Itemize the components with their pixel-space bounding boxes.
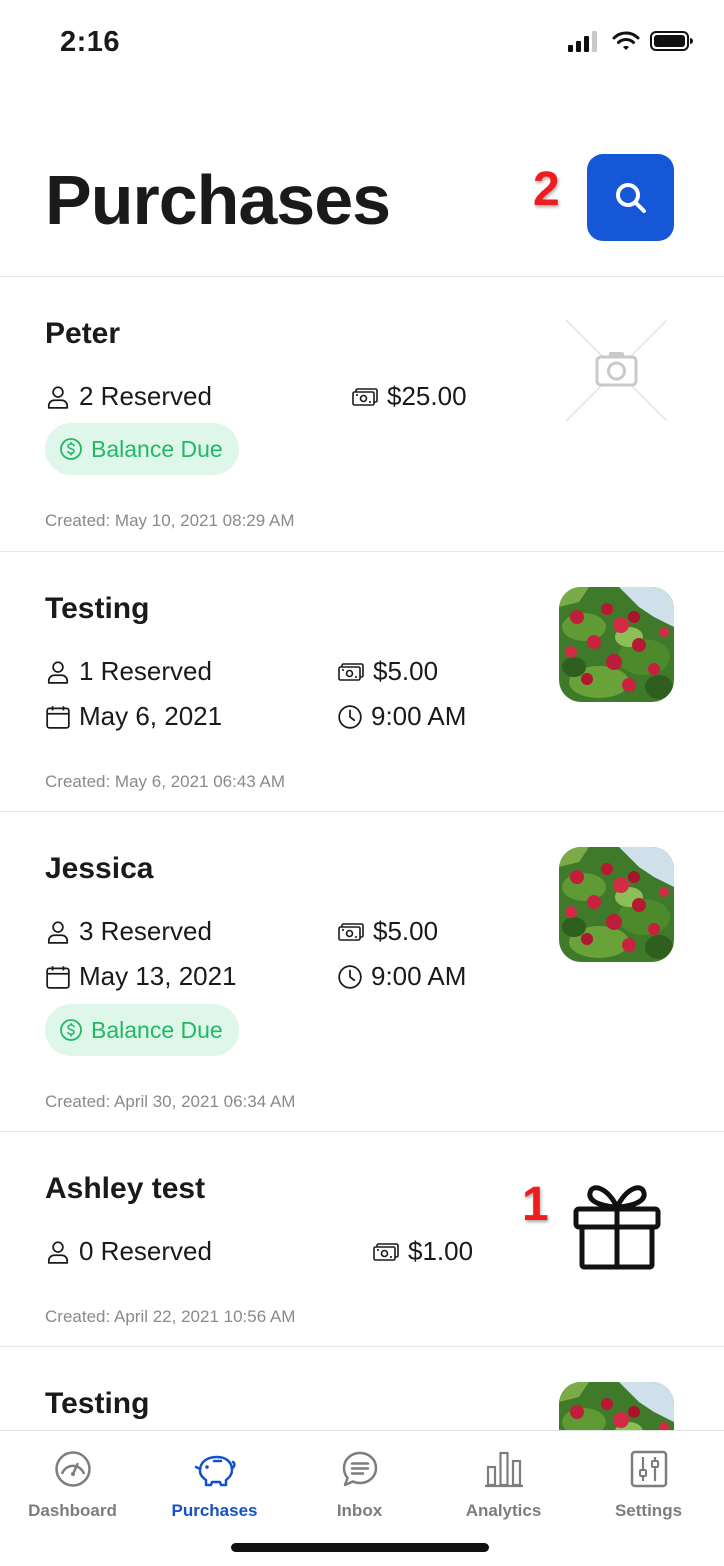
status-bar: 2:16 <box>0 0 724 88</box>
reserved-count: 2 Reserved <box>45 381 212 412</box>
placeholder-icon <box>566 320 667 421</box>
reserved-count: 0 Reserved <box>45 1236 212 1267</box>
bar-chart-icon <box>484 1451 523 1488</box>
gift-icon <box>573 1185 661 1270</box>
page-title: Purchases <box>45 161 391 239</box>
tab-purchases[interactable]: Purchases <box>142 1431 287 1531</box>
purchase-date: May 13, 2021 <box>45 961 237 992</box>
date-text: May 6, 2021 <box>79 701 223 731</box>
sliders-icon <box>630 1450 667 1488</box>
purchase-name: Testing <box>45 1387 150 1420</box>
created-timestamp: Created: May 6, 2021 06:43 AM <box>45 772 286 791</box>
purchase-time: 9:00 AM <box>337 701 466 732</box>
reserved-text: 0 Reserved <box>79 1236 212 1266</box>
time-text: 9:00 AM <box>371 701 467 731</box>
purchase-date: May 6, 2021 <box>45 701 222 732</box>
tab-analytics[interactable]: Analytics <box>431 1431 576 1531</box>
tab-label: Analytics <box>465 1501 542 1520</box>
gift-icon-container <box>564 1172 670 1278</box>
purchase-name: Testing <box>45 592 150 625</box>
reserved-count: 1 Reserved <box>45 656 212 687</box>
search-icon <box>615 182 646 213</box>
gauge-icon <box>54 1451 91 1487</box>
purchase-name: Ashley test <box>45 1172 206 1205</box>
purchase-card[interactable]: Peter 2 Reserved $25.00 Balance Due Crea… <box>0 277 724 552</box>
clock-icon <box>337 704 363 730</box>
purchase-card[interactable]: Testing 1 Reserved $5.00 May 6, 2021 9:0… <box>0 552 724 812</box>
badge-text: Balance Due <box>91 1016 223 1043</box>
purchase-time: 9:00 AM <box>337 961 466 992</box>
cash-icon <box>372 1242 400 1262</box>
tab-dashboard[interactable]: Dashboard <box>0 1431 145 1531</box>
apple-tree-photo <box>559 1382 674 1430</box>
tab-bar: Dashboard Purchases Inbox Analytics Sett… <box>0 1430 724 1566</box>
purchase-name: Jessica <box>45 852 154 885</box>
chat-bubble-icon <box>342 1451 377 1487</box>
wifi-icon <box>612 31 640 50</box>
cash-icon <box>337 662 365 682</box>
purchase-list[interactable]: Peter 2 Reserved $25.00 Balance Due Crea… <box>0 277 724 1430</box>
tab-label: Dashboard <box>28 1501 117 1520</box>
purchase-amount: $5.00 <box>337 916 438 947</box>
tab-label: Settings <box>614 1501 683 1520</box>
purchase-amount: $25.00 <box>351 381 467 412</box>
tab-inbox[interactable]: Inbox <box>287 1431 432 1531</box>
reserved-text: 3 Reserved <box>79 916 212 946</box>
status-icons <box>568 30 694 52</box>
home-indicator <box>231 1543 489 1552</box>
calendar-icon <box>45 704 71 730</box>
purchase-amount: $5.00 <box>337 656 438 687</box>
purchase-card[interactable]: Ashley test 0 Reserved $1.00 Created: Ap… <box>0 1132 724 1347</box>
tab-label: Inbox <box>336 1501 383 1520</box>
apple-tree-photo <box>559 587 674 702</box>
calendar-icon <box>45 964 71 990</box>
cash-icon <box>337 922 365 942</box>
person-icon <box>45 659 71 685</box>
status-time: 2:16 <box>60 26 121 58</box>
step-marker-1: 1 <box>522 1178 549 1231</box>
cash-icon <box>351 387 379 407</box>
header: Purchases 2 <box>0 140 724 277</box>
piggy-bank-icon <box>194 1455 236 1487</box>
tab-settings[interactable]: Settings <box>576 1431 721 1531</box>
badge-text: Balance Due <box>91 435 223 462</box>
amount-text: $5.00 <box>373 656 439 686</box>
dollar-circle-icon <box>59 1018 83 1042</box>
person-icon <box>45 1239 71 1265</box>
date-text: May 13, 2021 <box>79 961 237 991</box>
purchase-card[interactable]: Testing <box>0 1347 724 1430</box>
time-text: 9:00 AM <box>371 961 467 991</box>
amount-text: $1.00 <box>408 1236 474 1266</box>
created-timestamp: Created: April 30, 2021 06:34 AM <box>45 1092 296 1111</box>
purchase-card[interactable]: Jessica 3 Reserved $5.00 May 13, 2021 9:… <box>0 812 724 1132</box>
dollar-circle-icon <box>59 437 83 461</box>
person-icon <box>45 384 71 410</box>
person-icon <box>45 919 71 945</box>
amount-text: $25.00 <box>387 381 467 411</box>
purchase-name: Peter <box>45 317 121 350</box>
tab-label: Purchases <box>171 1501 258 1520</box>
apple-tree-photo <box>559 847 674 962</box>
search-button[interactable] <box>587 154 674 241</box>
created-timestamp: Created: April 22, 2021 10:56 AM <box>45 1307 296 1326</box>
purchase-amount: $1.00 <box>372 1236 473 1267</box>
reserved-text: 2 Reserved <box>79 381 212 411</box>
battery-icon <box>650 31 693 51</box>
created-timestamp: Created: May 10, 2021 08:29 AM <box>45 511 295 530</box>
clock-icon <box>337 964 363 990</box>
balance-due-badge: Balance Due <box>45 1004 239 1056</box>
step-marker-2: 2 <box>533 163 560 216</box>
reserved-text: 1 Reserved <box>79 656 212 686</box>
reserved-count: 3 Reserved <box>45 916 212 947</box>
amount-text: $5.00 <box>373 916 439 946</box>
balance-due-badge: Balance Due <box>45 423 239 475</box>
signal-icon <box>568 31 597 52</box>
